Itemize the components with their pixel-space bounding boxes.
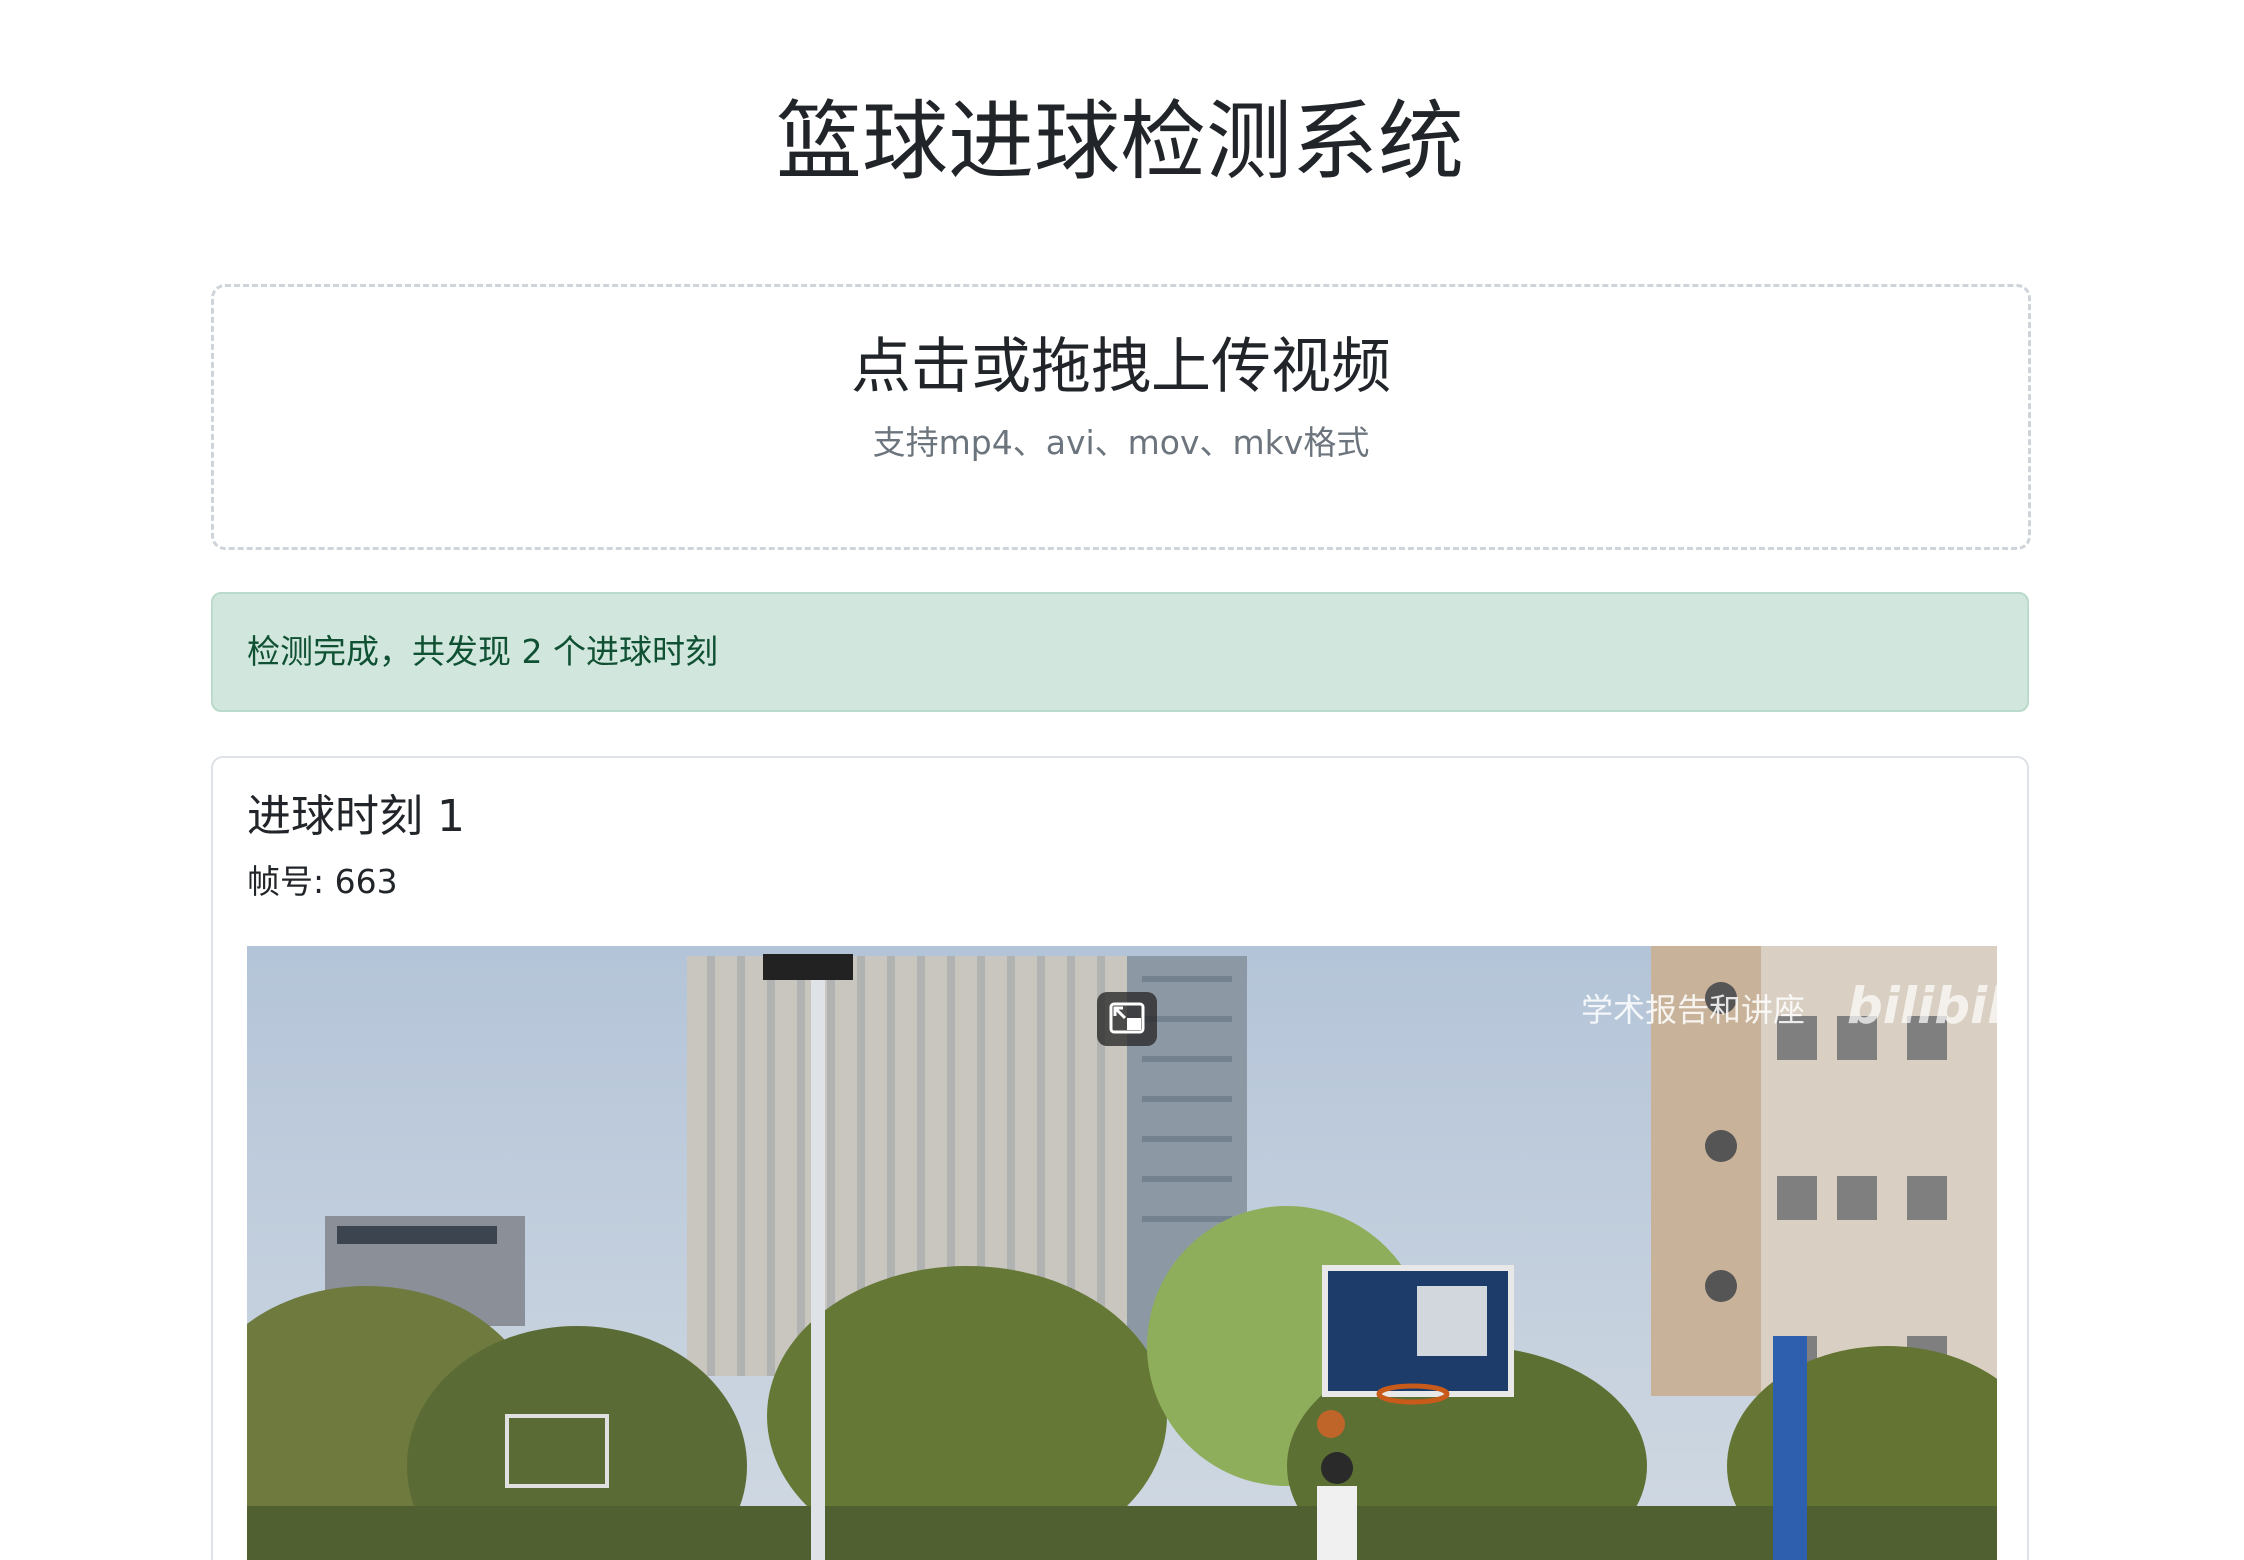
success-alert: 检测完成，共发现 2 个进球时刻 — [211, 592, 2029, 712]
frame-number: 帧号: 663 — [247, 862, 398, 901]
light-pole — [811, 966, 825, 1560]
basketball — [1317, 1410, 1345, 1438]
upload-title: 点击或拖拽上传视频 — [851, 332, 1391, 402]
goal-moment-title: 进球时刻 1 — [247, 791, 465, 842]
video-watermark: 学术报告和讲座 — [1581, 991, 1806, 1029]
bilibili-logo: bilibili — [1847, 977, 1997, 1035]
alert-message: 检测完成，共发现 2 个进球时刻 — [247, 632, 718, 671]
picture-in-picture-icon[interactable] — [1097, 992, 1157, 1046]
goal-frame-image: 学术报告和讲座 bilibili — [247, 946, 1997, 1560]
upload-format-hint: 支持mp4、avi、mov、mkv格式 — [872, 423, 1370, 462]
player — [1317, 1452, 1357, 1560]
goal-moment-card: 进球时刻 1 帧号: 663 学术报告和讲座 bilibi — [211, 756, 2029, 1560]
page-title: 篮球进球检测系统 — [776, 92, 1464, 192]
upload-dropzone[interactable]: 点击或拖拽上传视频 支持mp4、avi、mov、mkv格式 — [211, 284, 2031, 550]
backboard — [1322, 1265, 1514, 1405]
hoop-post — [1773, 1336, 1807, 1560]
page: 篮球进球检测系统 点击或拖拽上传视频 支持mp4、avi、mov、mkv格式 检… — [0, 0, 2244, 1560]
